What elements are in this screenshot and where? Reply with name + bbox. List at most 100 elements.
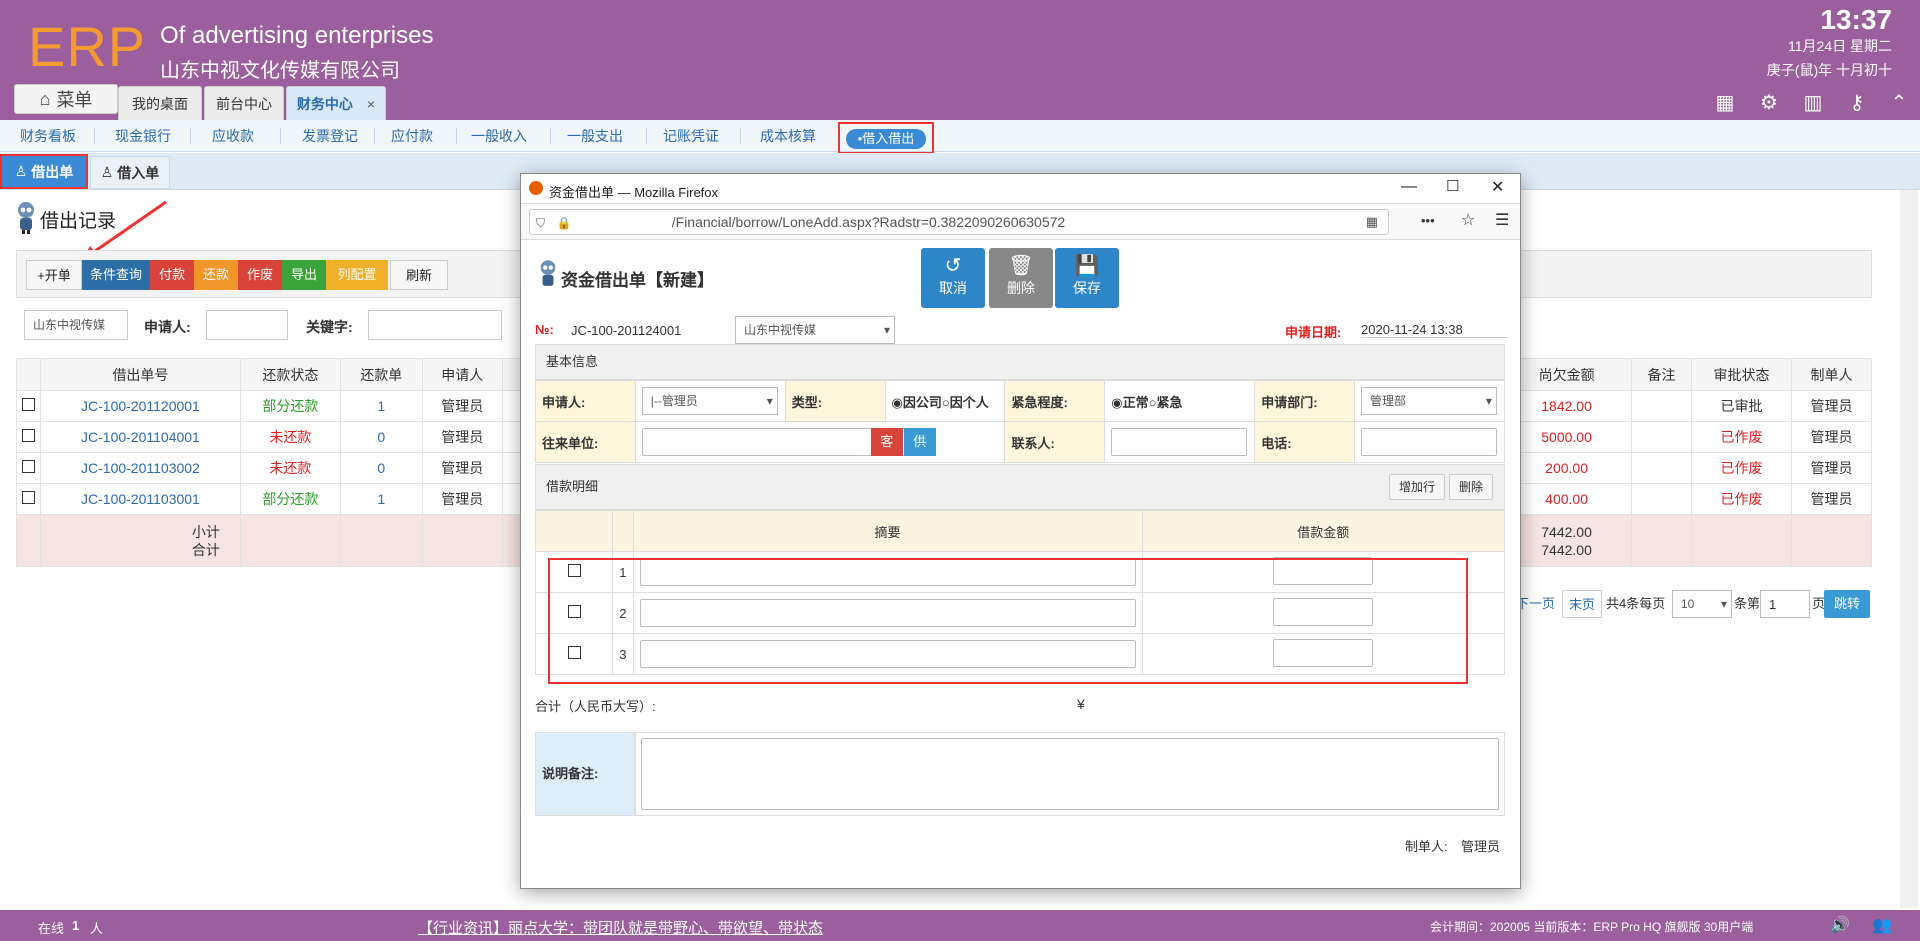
vertical-scrollbar[interactable] xyxy=(1900,190,1918,908)
order-no-link[interactable]: JC-100-201103002 xyxy=(39,452,241,484)
maximize-icon[interactable]: ☐ xyxy=(1446,177,1459,195)
applicant-select[interactable]: |--管理员 xyxy=(641,387,778,415)
delete-button[interactable]: 🗑 删除 xyxy=(989,248,1053,308)
last-page-link[interactable]: 末页 xyxy=(1562,590,1602,618)
menu-button[interactable]: ⌂ 菜单 xyxy=(14,84,118,114)
customer-button[interactable]: 客 xyxy=(870,428,903,456)
repay-status: 未还款 xyxy=(239,421,341,453)
total-currency-symbol: ¥ xyxy=(1077,696,1085,712)
subtab-label: 借入单 xyxy=(117,164,160,181)
nav-payable[interactable]: 应付款 xyxy=(382,120,442,152)
maker: 管理员 xyxy=(1790,390,1873,422)
owed-amount: 200.00 xyxy=(1501,452,1633,484)
keyword-input[interactable] xyxy=(368,310,502,340)
news-link[interactable]: 【行业资讯】丽点大学：带团队就是带野心、带欲望、带状态 xyxy=(418,917,823,938)
phone-input[interactable] xyxy=(1360,428,1497,456)
applicant-filter-select[interactable] xyxy=(206,310,288,340)
nav-cost[interactable]: 成本核算 xyxy=(752,120,824,152)
maker: 管理员 xyxy=(1790,483,1873,515)
maker-value: 管理员 xyxy=(1461,839,1501,854)
user-icon: ♙ xyxy=(14,163,28,179)
url-field[interactable]: ⛉ 🔒 /Financial/borrow/LoneAdd.aspx?Radst… xyxy=(529,209,1389,235)
company-filter-select[interactable]: 山东中视传媒 xyxy=(24,310,128,340)
tab-front-center[interactable]: 前台中心 xyxy=(204,86,284,120)
new-order-button[interactable]: +开单 xyxy=(26,260,82,290)
url-text: /Financial/borrow/LoneAdd.aspx?Radstr=0.… xyxy=(671,214,1066,230)
tab-label: 我的桌面 xyxy=(132,95,188,112)
subtab-label: 借出单 xyxy=(31,163,74,180)
type-radios[interactable]: ◉因公司○因个人 xyxy=(884,380,1006,422)
speaker-icon[interactable]: 🔊 xyxy=(1830,915,1850,935)
users-icon[interactable]: 👥 xyxy=(1872,915,1892,935)
nav-cash-bank[interactable]: 现金银行 xyxy=(104,120,182,152)
repay-count[interactable]: 1 xyxy=(339,390,423,422)
row-checkbox[interactable] xyxy=(16,421,41,453)
refresh-button[interactable]: 刷新 xyxy=(390,260,448,290)
keyword-filter-label: 关键字: xyxy=(306,319,353,335)
delete-row-button[interactable]: 删除 xyxy=(1449,474,1493,500)
nav-general-income[interactable]: 一般收入 xyxy=(464,120,534,152)
nav-invoice[interactable]: 发票登记 xyxy=(288,120,372,152)
key-icon[interactable]: ⚷ xyxy=(1846,92,1868,114)
dept-select[interactable]: 管理部 xyxy=(1360,387,1497,415)
nav-general-expense[interactable]: 一般支出 xyxy=(560,120,630,152)
divider xyxy=(740,128,741,144)
pay-button[interactable]: 付款 xyxy=(150,260,194,290)
row-checkbox[interactable] xyxy=(16,390,41,422)
urgency-radios[interactable]: ◉正常○紧急 xyxy=(1104,380,1256,422)
contact-input[interactable] xyxy=(1111,428,1248,456)
nav-receivable[interactable]: 应收款 xyxy=(198,120,268,152)
next-page-link[interactable]: 下一页 xyxy=(1516,590,1556,618)
subtab-borrow[interactable]: ♙ 借入单 xyxy=(90,156,170,189)
window-titlebar: 资金借出单 — Mozilla Firefox — ☐ ✕ xyxy=(521,174,1520,204)
shield-icon: ⛉ xyxy=(536,216,546,230)
shirt-icon[interactable]: ▥ xyxy=(1802,92,1824,114)
partner-cell: 客 供 xyxy=(634,421,1006,463)
tab-finance-center[interactable]: 财务中心 × xyxy=(286,86,386,120)
close-icon[interactable]: × xyxy=(367,96,375,112)
partner-input[interactable]: 客 供 xyxy=(641,428,936,456)
order-no-link[interactable]: JC-100-201103001 xyxy=(39,483,241,515)
repay-count[interactable]: 0 xyxy=(339,452,423,484)
gear-icon[interactable]: ⚙ xyxy=(1758,92,1780,114)
repay-count[interactable]: 0 xyxy=(339,421,423,453)
page-number-input[interactable]: 1 xyxy=(1760,590,1810,618)
column-config-button[interactable]: 列配置 xyxy=(326,260,388,290)
order-no-label: №: xyxy=(535,322,554,337)
company-select[interactable]: 山东中视传媒 xyxy=(735,316,895,344)
delete-label: 删除 xyxy=(1007,280,1035,296)
supplier-button[interactable]: 供 xyxy=(903,428,936,456)
repay-button[interactable]: 还款 xyxy=(194,260,238,290)
nav-voucher[interactable]: 记账凭证 xyxy=(656,120,726,152)
order-no-link[interactable]: JC-100-201104001 xyxy=(39,421,241,453)
grid-add-icon[interactable]: ▦ xyxy=(1714,92,1736,114)
repay-count[interactable]: 1 xyxy=(339,483,423,515)
approval-status: 已作废 xyxy=(1691,421,1792,453)
order-no-link[interactable]: JC-100-201120001 xyxy=(39,390,241,422)
row-checkbox[interactable] xyxy=(16,452,41,484)
apply-date-value[interactable]: 2020-11-24 13:38 xyxy=(1361,322,1507,338)
export-button[interactable]: 导出 xyxy=(282,260,326,290)
void-button[interactable]: 作废 xyxy=(238,260,282,290)
nav-borrow-lend[interactable]: •借入借出 xyxy=(838,122,934,154)
remark-textarea[interactable] xyxy=(641,738,1499,810)
row-checkbox[interactable] xyxy=(16,483,41,515)
tab-desktop[interactable]: 我的桌面 xyxy=(118,86,202,120)
hamburger-icon[interactable]: ☰ xyxy=(1495,210,1509,230)
save-button[interactable]: 💾 保存 xyxy=(1055,248,1119,308)
col-header: 申请人 xyxy=(421,358,503,391)
jump-button[interactable]: 跳转 xyxy=(1824,590,1870,618)
clock-time: 13:37 xyxy=(1820,4,1892,35)
close-window-icon[interactable]: ✕ xyxy=(1491,177,1504,197)
nav-finance-board[interactable]: 财务看板 xyxy=(10,120,86,152)
minimize-icon[interactable]: — xyxy=(1401,178,1417,196)
more-icon[interactable]: ••• xyxy=(1421,213,1435,228)
per-page-select[interactable]: 10 xyxy=(1672,590,1732,618)
collapse-icon[interactable]: ⌃ xyxy=(1888,92,1910,114)
subtab-lend[interactable]: ♙ 借出单 xyxy=(0,154,88,189)
add-row-button[interactable]: 增加行 xyxy=(1389,474,1445,500)
cancel-button[interactable]: ↺ 取消 xyxy=(921,248,985,308)
bookmark-star-icon[interactable]: ☆ xyxy=(1461,210,1475,230)
qr-icon[interactable]: ▦ xyxy=(1366,210,1378,234)
query-button[interactable]: 条件查询 xyxy=(82,260,150,290)
